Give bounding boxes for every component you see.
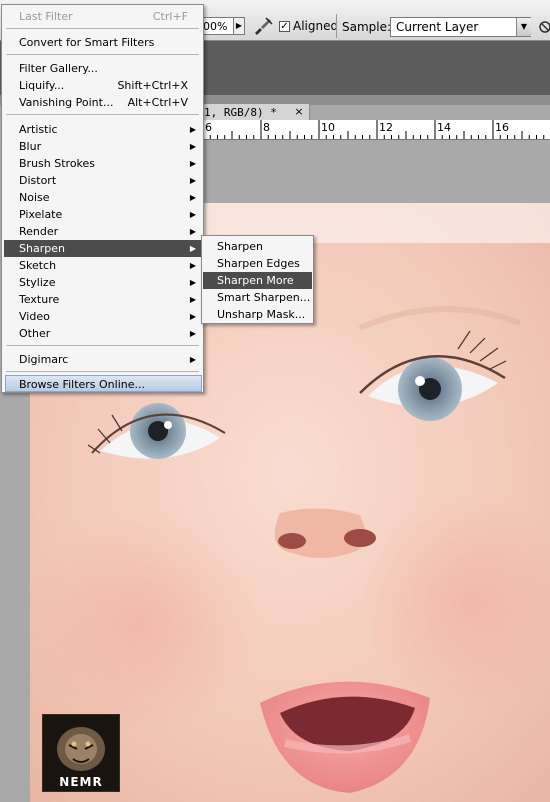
- submenu-arrow-icon: ▶: [189, 159, 196, 168]
- submenu-arrow-icon: ▶: [189, 125, 196, 134]
- menu-item-shortcut: Ctrl+F: [152, 10, 188, 23]
- menu-item-label: Artistic: [19, 123, 58, 136]
- menu-separator: [6, 345, 199, 346]
- zoom-arrow-button[interactable]: ▶: [233, 17, 245, 35]
- menu-item-label: Pixelate: [19, 208, 63, 221]
- menu-item-other[interactable]: Other ▶: [4, 325, 201, 342]
- menu-item-digimarc[interactable]: Digimarc ▶: [4, 351, 201, 368]
- ruler-label: 16: [495, 121, 509, 134]
- menu-item-label: Last Filter: [19, 10, 73, 23]
- menu-item-pixelate[interactable]: Pixelate ▶: [4, 206, 201, 223]
- submenu-arrow-icon: ▶: [189, 261, 196, 270]
- menu-item-label: Convert for Smart Filters: [19, 36, 155, 49]
- menu-item-video[interactable]: Video ▶: [4, 308, 201, 325]
- menu-item-label: Filter Gallery...: [19, 62, 98, 75]
- watermark-logo: NEMR: [42, 714, 120, 792]
- filter-menu: Last Filter Ctrl+F Convert for Smart Fil…: [1, 4, 204, 393]
- ruler-svg: 681012141618: [202, 120, 545, 139]
- horizontal-ruler[interactable]: 681012141618: [200, 120, 550, 140]
- submenu-item-unsharp-mask[interactable]: Unsharp Mask...: [203, 306, 312, 323]
- menu-item-sharpen[interactable]: Sharpen ▶: [4, 240, 201, 257]
- menu-item-label: Stylize: [19, 276, 56, 289]
- menu-item-texture[interactable]: Texture ▶: [4, 291, 201, 308]
- menu-item-browse-filters-online[interactable]: Browse Filters Online...: [5, 375, 202, 392]
- ruler-label: 14: [437, 121, 451, 134]
- menu-item-vanishing-point[interactable]: Vanishing Point... Alt+Ctrl+V: [4, 94, 201, 111]
- submenu-arrow-icon: ▶: [189, 142, 196, 151]
- submenu-item-sharpen-edges[interactable]: Sharpen Edges: [203, 255, 312, 272]
- menu-item-stylize[interactable]: Stylize ▶: [4, 274, 201, 291]
- submenu-arrow-icon: ▶: [189, 329, 196, 338]
- menu-separator: [6, 371, 199, 372]
- menu-separator: [6, 54, 199, 55]
- submenu-arrow-icon: ▶: [189, 176, 196, 185]
- menu-item-label: Render: [19, 225, 59, 238]
- menu-item-label: Sharpen: [217, 240, 263, 253]
- menu-separator: [6, 114, 199, 115]
- document-tab-title: 1, RGB/8) *: [204, 106, 277, 119]
- aligned-checkbox[interactable]: ✓: [279, 21, 290, 32]
- menu-item-shortcut: Shift+Ctrl+X: [117, 79, 188, 92]
- menu-item-artistic[interactable]: Artistic ▶: [4, 121, 201, 138]
- menu-item-render[interactable]: Render ▶: [4, 223, 201, 240]
- sample-label: Sample:: [342, 20, 392, 34]
- menu-item-label: Brush Strokes: [19, 157, 96, 170]
- menu-item-distort[interactable]: Distort ▶: [4, 172, 201, 189]
- submenu-arrow-icon: ▶: [189, 278, 196, 287]
- menu-item-brush-strokes[interactable]: Brush Strokes ▶: [4, 155, 201, 172]
- menu-item-filter-gallery[interactable]: Filter Gallery...: [4, 60, 201, 77]
- sample-select[interactable]: Current Layer: [390, 17, 531, 37]
- menu-item-noise[interactable]: Noise ▶: [4, 189, 201, 206]
- menu-item-label: Video: [19, 310, 50, 323]
- menu-item-label: Texture: [19, 293, 60, 306]
- menu-item-shortcut: Alt+Ctrl+V: [127, 96, 188, 109]
- submenu-arrow-icon: ▶: [189, 193, 196, 202]
- menu-item-blur[interactable]: Blur ▶: [4, 138, 201, 155]
- ruler-label: 10: [321, 121, 335, 134]
- menu-item-last-filter: Last Filter Ctrl+F: [4, 8, 201, 25]
- menu-item-label: Liquify...: [19, 79, 65, 92]
- menu-item-label: Noise: [19, 191, 50, 204]
- menu-item-convert-smart-filters[interactable]: Convert for Smart Filters: [4, 34, 201, 51]
- ruler-label: 6: [205, 121, 212, 134]
- menu-item-label: Vanishing Point...: [19, 96, 114, 109]
- menu-item-label: Distort: [19, 174, 57, 187]
- submenu-arrow-icon: ▶: [189, 210, 196, 219]
- chevron-down-icon[interactable]: ▼: [516, 18, 531, 36]
- menu-item-label: Sharpen: [19, 242, 65, 255]
- menu-item-label: Other: [19, 327, 51, 340]
- menu-item-liquify[interactable]: Liquify... Shift+Ctrl+X: [4, 77, 201, 94]
- menu-item-label: Digimarc: [19, 353, 69, 366]
- submenu-item-sharpen[interactable]: Sharpen: [203, 238, 312, 255]
- menu-item-label: Unsharp Mask...: [217, 308, 306, 321]
- menu-item-label: Sketch: [19, 259, 57, 272]
- brush-icon[interactable]: [252, 16, 274, 36]
- menu-item-label: Blur: [19, 140, 42, 153]
- submenu-arrow-icon: ▶: [189, 227, 196, 236]
- menu-item-label: Sharpen Edges: [217, 257, 300, 270]
- ruler-label: 8: [263, 121, 270, 134]
- menu-separator: [6, 28, 199, 29]
- ignore-adjustment-layers-icon[interactable]: [538, 18, 550, 36]
- aligned-label: Aligned: [293, 19, 339, 33]
- submenu-item-sharpen-more[interactable]: Sharpen More: [203, 272, 312, 289]
- options-separator: [336, 14, 337, 38]
- zoom-input[interactable]: 00%: [200, 17, 234, 35]
- watermark-text: NEMR: [59, 775, 103, 789]
- submenu-arrow-icon: ▶: [189, 295, 196, 304]
- submenu-arrow-icon: ▶: [189, 355, 196, 364]
- menu-item-sketch[interactable]: Sketch ▶: [4, 257, 201, 274]
- menu-item-label: Smart Sharpen...: [217, 291, 311, 304]
- ruler-label: 12: [379, 121, 393, 134]
- submenu-item-smart-sharpen[interactable]: Smart Sharpen...: [203, 289, 312, 306]
- menu-item-label: Sharpen More: [217, 274, 294, 287]
- sharpen-submenu: Sharpen Sharpen Edges Sharpen More Smart…: [201, 235, 314, 324]
- submenu-arrow-icon: ▶: [189, 312, 196, 321]
- submenu-arrow-icon: ▶: [189, 244, 196, 253]
- menu-item-label: Browse Filters Online...: [19, 378, 145, 391]
- close-icon[interactable]: ×: [292, 103, 306, 121]
